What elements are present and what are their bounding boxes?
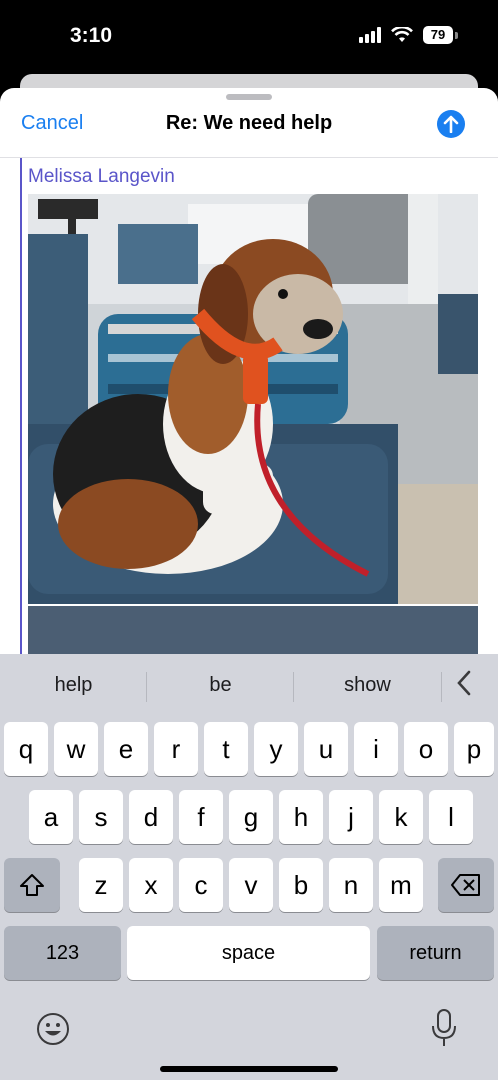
key-z[interactable]: z	[79, 858, 123, 912]
suggestion-item[interactable]: help	[0, 674, 147, 697]
delete-icon	[451, 874, 480, 896]
shift-icon	[20, 874, 44, 896]
beagle-photo[interactable]	[28, 194, 478, 604]
key-m[interactable]: m	[379, 858, 423, 912]
key-d[interactable]: d	[129, 790, 173, 844]
quote-bar	[20, 158, 22, 688]
battery-icon: 79	[423, 26, 458, 44]
status-time: 3:10	[70, 24, 113, 47]
key-j[interactable]: j	[329, 790, 373, 844]
dog-illustration	[28, 194, 478, 604]
battery-level: 79	[423, 26, 453, 44]
keyboard: help be show q w e r t y u i o p a s d f…	[0, 654, 498, 1080]
compose-sheet: Cancel Re: We need help Melissa Langevin	[0, 88, 498, 688]
key-x[interactable]: x	[129, 858, 173, 912]
emoji-icon[interactable]	[36, 1012, 70, 1051]
shift-key[interactable]	[4, 858, 60, 912]
key-s[interactable]: s	[79, 790, 123, 844]
numbers-key[interactable]: 123	[4, 926, 121, 980]
key-y[interactable]: y	[254, 722, 298, 776]
key-b[interactable]: b	[279, 858, 323, 912]
key-u[interactable]: u	[304, 722, 348, 776]
key-n[interactable]: n	[329, 858, 373, 912]
key-p[interactable]: p	[454, 722, 494, 776]
chevron-left-icon[interactable]	[456, 670, 472, 703]
microphone-icon[interactable]	[430, 1008, 458, 1053]
key-a[interactable]: a	[29, 790, 73, 844]
key-e[interactable]: e	[104, 722, 148, 776]
key-w[interactable]: w	[54, 722, 98, 776]
suggestion-item[interactable]: be	[147, 674, 294, 697]
suggestion-item[interactable]: show	[294, 674, 441, 697]
space-key[interactable]: space	[127, 926, 370, 980]
key-t[interactable]: t	[204, 722, 248, 776]
status-icons: 79	[359, 26, 458, 44]
key-c[interactable]: c	[179, 858, 223, 912]
key-g[interactable]: g	[229, 790, 273, 844]
key-i[interactable]: i	[354, 722, 398, 776]
key-q[interactable]: q	[4, 722, 48, 776]
home-indicator	[160, 1066, 338, 1072]
key-l[interactable]: l	[429, 790, 473, 844]
return-key[interactable]: return	[377, 926, 494, 980]
quoted-sender-name: Melissa Langevin	[28, 166, 175, 187]
subject-title: Re: We need help	[165, 112, 333, 134]
key-f[interactable]: f	[179, 790, 223, 844]
arrow-up-icon	[443, 115, 459, 133]
key-o[interactable]: o	[404, 722, 448, 776]
compose-nav-bar: Cancel Re: We need help	[0, 102, 498, 158]
status-bar: 3:10 79	[0, 0, 498, 76]
cellular-signal-icon	[359, 27, 381, 43]
key-r[interactable]: r	[154, 722, 198, 776]
key-k[interactable]: k	[379, 790, 423, 844]
sheet-grabber[interactable]	[226, 94, 272, 100]
send-button[interactable]	[437, 110, 465, 138]
delete-key[interactable]	[438, 858, 494, 912]
key-h[interactable]: h	[279, 790, 323, 844]
key-v[interactable]: v	[229, 858, 273, 912]
wifi-icon	[391, 27, 413, 42]
suggestion-bar: help be show	[0, 654, 498, 716]
